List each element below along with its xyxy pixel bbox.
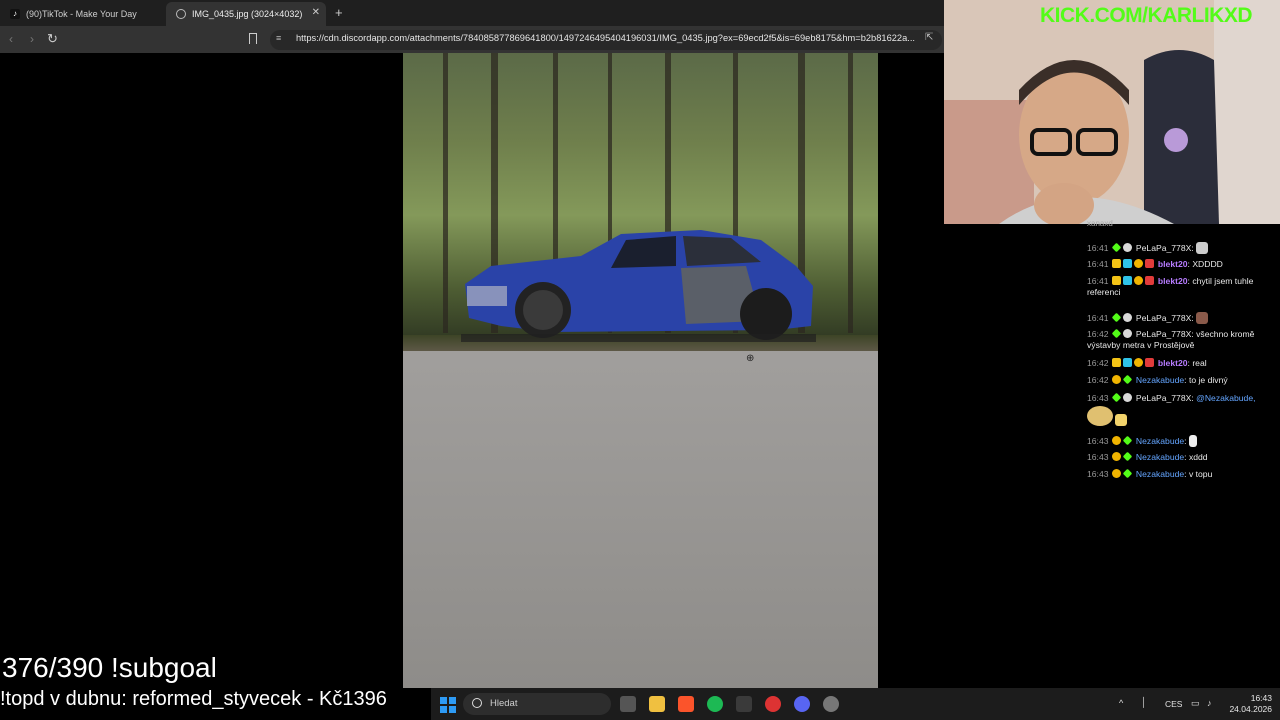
chat-message: 16:43 Nezakabude: xddd (1087, 451, 1208, 462)
mic-icon[interactable]: │ (1141, 697, 1147, 707)
sublime-icon[interactable] (736, 696, 752, 712)
emote-icon (1196, 312, 1209, 324)
emote-icon (1196, 242, 1209, 254)
task-view-icon[interactable] (620, 696, 636, 712)
chat-message: 16:42 Nezakabude: to je divný (1087, 374, 1228, 385)
kick-url-overlay: KICK.COM/KARLIKXD (1040, 4, 1253, 27)
tab-title: IMG_0435.jpg (3024×4032) (192, 9, 303, 19)
chat-message: 16:43 Nezakabude: (1087, 435, 1275, 447)
windows-start-icon[interactable] (440, 697, 456, 713)
chat-overlay: xanaxd 16:41 PeLaPa_778X: 16:41 blekt20:… (1084, 218, 1280, 488)
brave-icon[interactable] (678, 696, 694, 712)
search-label: Hledat (490, 698, 518, 709)
taskbar-search[interactable]: Hledat (463, 693, 611, 715)
forward-icon[interactable]: › (30, 32, 34, 46)
webcam-feed (944, 0, 1280, 224)
tab-title: (90)TikTok - Make Your Day (26, 9, 137, 19)
chat-user: PeLaPa_778X (1135, 243, 1192, 253)
language-indicator[interactable]: CES (1165, 699, 1182, 709)
discord-icon[interactable] (794, 696, 810, 712)
chrome-icon[interactable] (823, 696, 839, 712)
reload-icon[interactable]: ↻ (47, 31, 58, 47)
chat-message: 16:41 blekt20: chytil jsem tuhle referen… (1087, 276, 1254, 297)
speaker-icon[interactable]: ♪ (1207, 698, 1212, 708)
chat-message: 16:42 blekt20: real (1087, 358, 1207, 368)
ccleaner-icon[interactable] (765, 696, 781, 712)
chat-message: 16:41 PeLaPa_778X: (1087, 242, 1275, 254)
file-explorer-icon[interactable] (649, 696, 665, 712)
chat-message: 16:42 PeLaPa_778X: všechno kromě výstavb… (1087, 328, 1255, 350)
zoom-cursor-icon: ⊕ (746, 353, 755, 364)
share-icon[interactable]: ⇱ (925, 32, 933, 43)
clock-time: 16:43 (1250, 693, 1272, 703)
bookmark-icon[interactable] (249, 33, 257, 44)
clock-date: 24.04.2026 (1229, 704, 1272, 714)
browser-tab-bar: ♪ (90)TikTok - Make Your Day IMG_0435.jp… (0, 0, 944, 26)
chat-message: 16:43 PeLaPa_778X: @Nezakabude, (1087, 392, 1275, 426)
emote-icon (1115, 414, 1128, 426)
chat-clipped-line: xanaxd (1087, 219, 1113, 228)
chat-message: 16:41 blekt20: XDDDD (1087, 259, 1223, 269)
plus-icon[interactable]: + (335, 5, 343, 20)
taskbar-clock[interactable]: 16:43 24.04.2026 (1220, 693, 1272, 715)
back-icon[interactable]: ‹ (9, 32, 13, 46)
streamer-camera-image (944, 0, 1280, 224)
top-donation-text: !topd v dubnu: reformed_styvecek - Kč139… (0, 688, 387, 710)
monitor-icon[interactable]: ▭ (1191, 698, 1200, 709)
search-icon (472, 698, 482, 708)
subgoal-text: 376/390 !subgoal (2, 652, 217, 683)
tab-tiktok[interactable]: ♪ (90)TikTok - Make Your Day (0, 2, 164, 26)
car-image (461, 230, 816, 342)
image-viewer[interactable]: ⊕ (403, 53, 878, 688)
chat-message: 16:41 PeLaPa_778X: (1087, 312, 1275, 324)
spotify-icon[interactable] (707, 696, 723, 712)
emote-icon (1188, 435, 1197, 447)
chat-message: 16:43 Nezakabude: v topu (1087, 468, 1213, 479)
emote-icon (1087, 406, 1113, 426)
url-text[interactable]: https://cdn.discordapp.com/attachments/7… (296, 33, 915, 43)
site-settings-icon[interactable]: ≡ (276, 33, 281, 43)
chevron-up-icon[interactable]: ^ (1119, 698, 1123, 708)
close-icon[interactable]: ✕ (312, 7, 320, 18)
chat-time: 16:41 (1087, 243, 1109, 253)
tiktok-icon: ♪ (10, 9, 20, 19)
tab-image[interactable]: IMG_0435.jpg (3024×4032) ✕ (166, 2, 326, 26)
globe-icon (176, 9, 186, 19)
windows-taskbar: Hledat ^ │ CES ▭ ♪ 16:43 24.04.2026 (431, 688, 1280, 720)
